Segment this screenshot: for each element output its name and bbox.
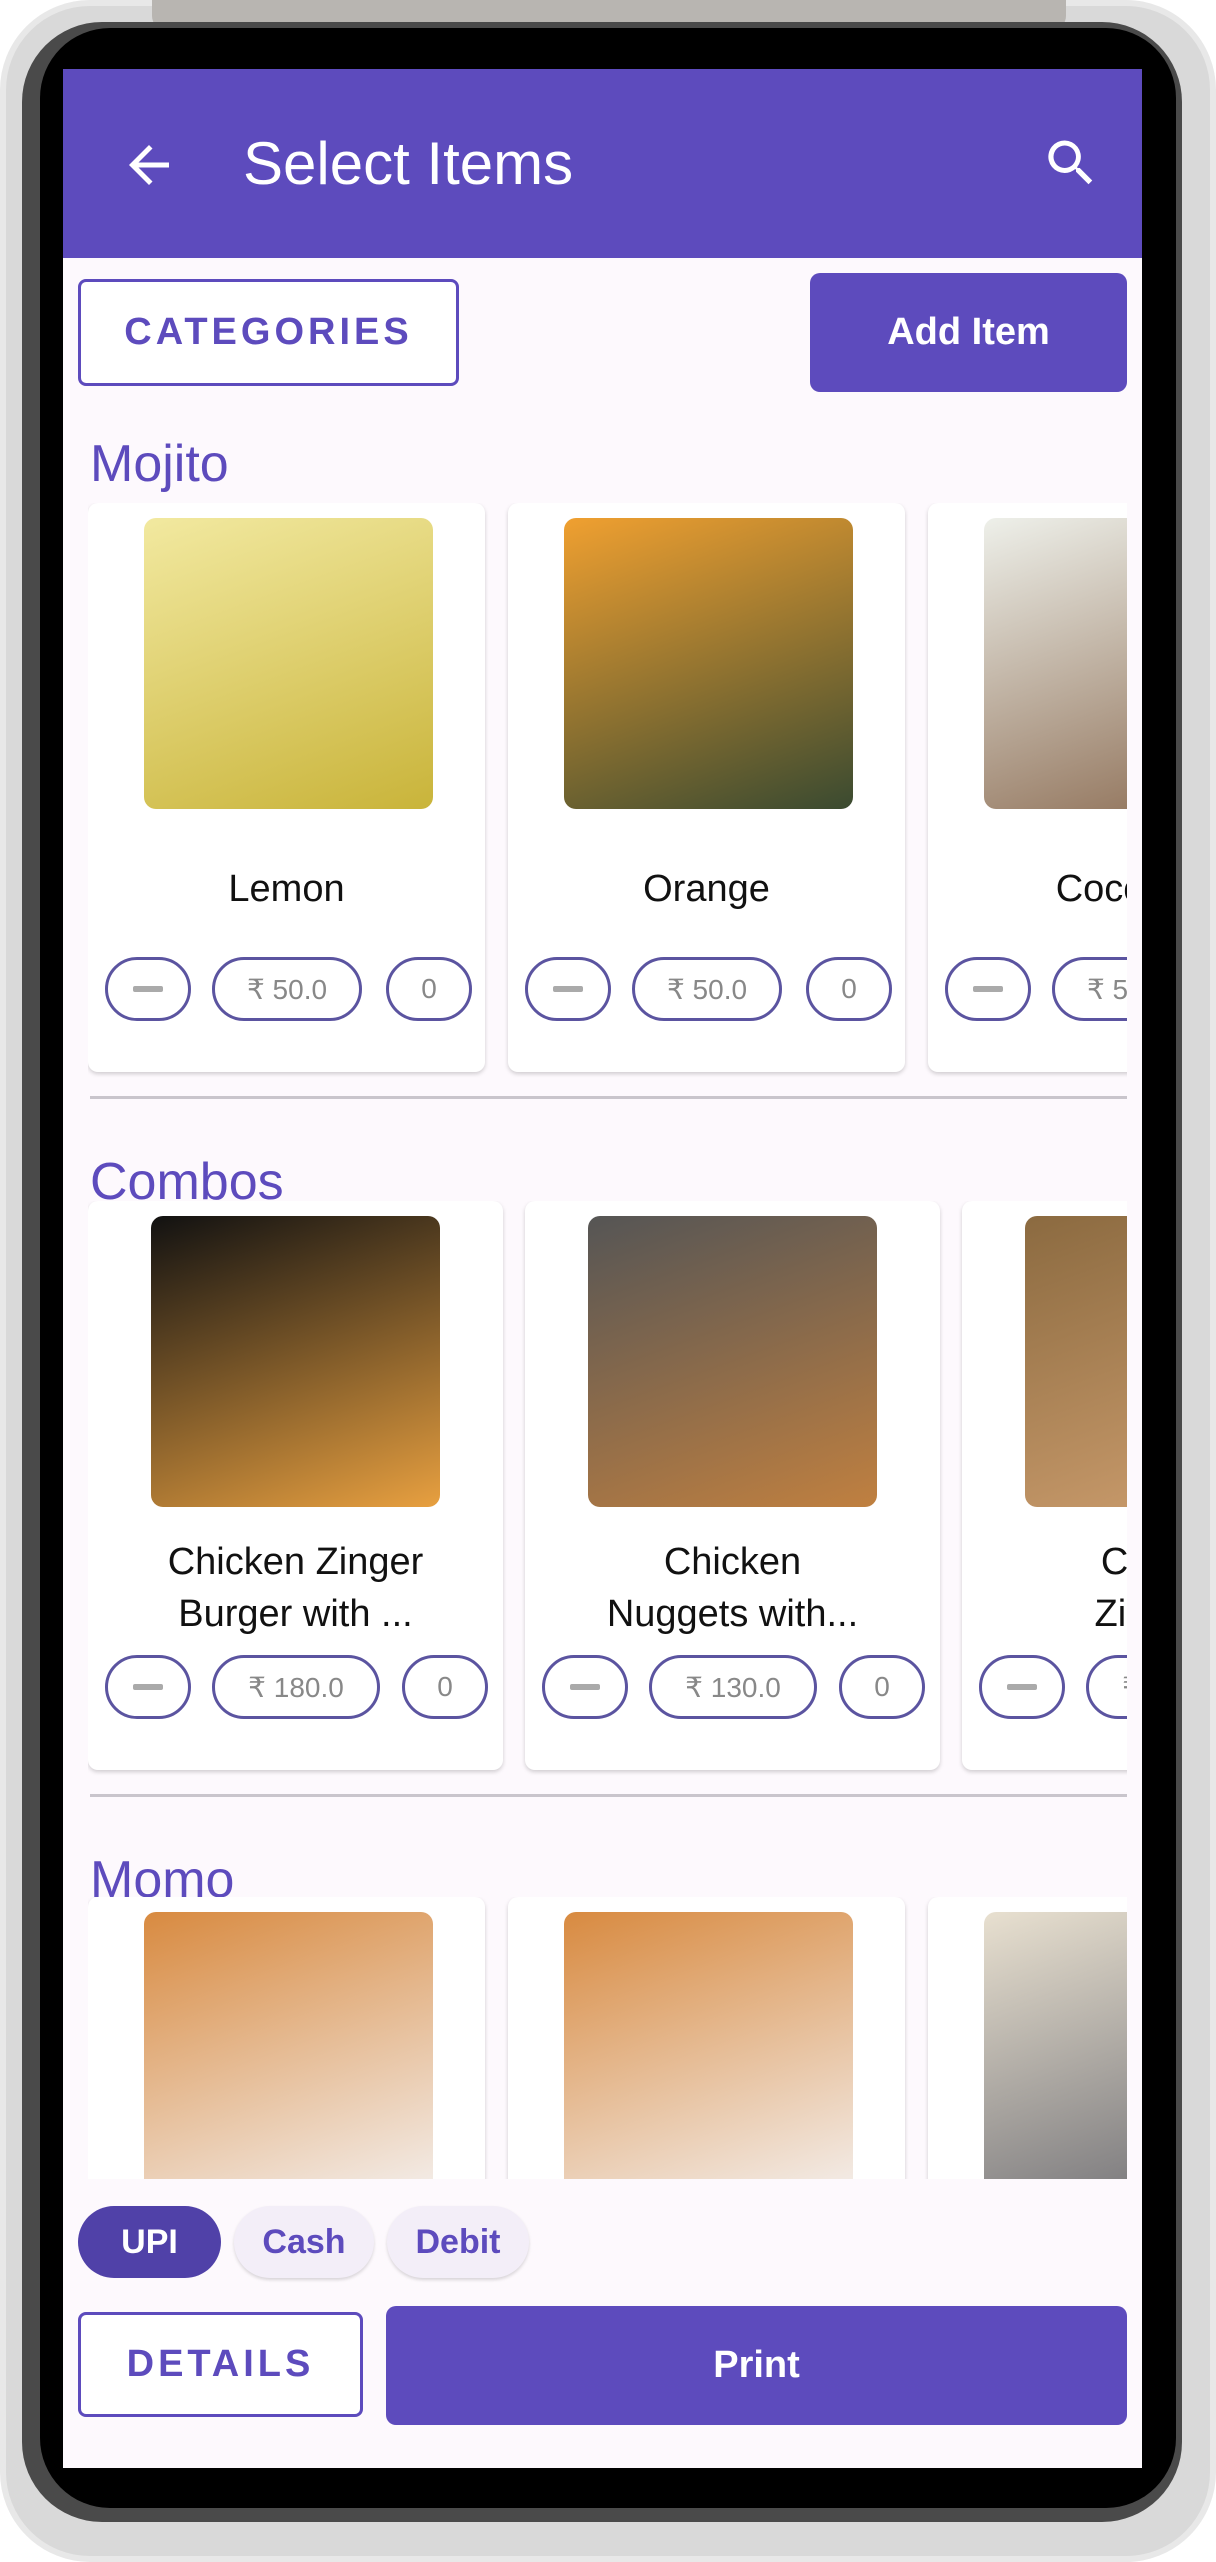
quantity-field[interactable]: 0 — [839, 1655, 925, 1719]
minus-icon — [133, 1684, 163, 1690]
payment-chip-upi[interactable]: UPI — [78, 2206, 221, 2278]
item-image — [144, 1912, 433, 2203]
item-image — [564, 1912, 853, 2203]
price-field[interactable]: ₹ 180.0 — [212, 1655, 380, 1719]
price-field[interactable]: ₹ 180.0 — [1086, 1655, 1127, 1719]
item-image — [151, 1216, 440, 1507]
item-name: Coconut — [1055, 868, 1127, 910]
minus-icon — [973, 986, 1003, 992]
decrement-button[interactable] — [542, 1655, 628, 1719]
item-image — [984, 1912, 1127, 2203]
price-field[interactable]: ₹ 50.0 — [212, 957, 362, 1021]
category-title: Mojito — [90, 435, 229, 493]
item-card[interactable]: Lemon ₹ 50.0 0 — [88, 503, 485, 1072]
decrement-button[interactable] — [525, 957, 611, 1021]
item-card[interactable]: Chicken Nuggets with... ₹ 130.0 0 — [525, 1201, 940, 1770]
price-field[interactable]: ₹ 50.0 — [1052, 957, 1127, 1021]
arrow-left-icon[interactable] — [119, 135, 179, 195]
minus-icon — [133, 986, 163, 992]
quantity-field[interactable]: 0 — [806, 957, 892, 1021]
section-divider — [90, 1794, 1127, 1797]
page-title: Select Items — [243, 130, 574, 197]
item-image — [564, 518, 853, 809]
search-icon[interactable] — [1041, 133, 1101, 193]
item-card[interactable]: Chicken Zinger ...₹ 180.00 — [962, 1201, 1127, 1770]
decrement-button[interactable] — [105, 1655, 191, 1719]
app-bar: Select Items — [63, 69, 1142, 258]
quantity-field[interactable]: 0 — [386, 957, 472, 1021]
categories-button[interactable]: CATEGORIES — [78, 279, 459, 386]
decrement-button[interactable] — [945, 957, 1031, 1021]
print-button[interactable]: Print — [386, 2306, 1127, 2425]
item-image — [588, 1216, 877, 1507]
item-name: Chicken Zinger Burger with ... — [167, 1541, 424, 1635]
item-carousel[interactable]: Lemon₹ 50.00Orange₹ 50.00Coconut₹ 50.00 — [88, 503, 1127, 1078]
add-item-button[interactable]: Add Item — [810, 273, 1127, 392]
item-name: Chicken Zinger ... — [1094, 1541, 1127, 1635]
item-image — [144, 518, 433, 809]
item-card[interactable]: Orange ₹ 50.0 0 — [508, 503, 905, 1072]
item-name: Lemon — [228, 868, 345, 910]
item-card[interactable]: Chicken Zinger Burger with ... ₹ 180.0 0 — [88, 1201, 503, 1770]
item-name: Orange — [643, 868, 770, 910]
minus-icon — [570, 1684, 600, 1690]
quantity-field[interactable]: 0 — [402, 1655, 488, 1719]
minus-icon — [553, 986, 583, 992]
item-card[interactable]: Coconut₹ 50.00 — [928, 503, 1127, 1072]
price-field[interactable]: ₹ 130.0 — [649, 1655, 817, 1719]
item-carousel[interactable]: Chicken Zinger Burger with ... ₹ 180.0 0 Ch… — [88, 1201, 1127, 1776]
details-button[interactable]: DETAILS — [78, 2312, 363, 2417]
minus-icon — [1007, 1684, 1037, 1690]
item-image — [1025, 1216, 1127, 1507]
decrement-button[interactable] — [979, 1655, 1065, 1719]
payment-chip-debit[interactable]: Debit — [387, 2206, 529, 2278]
price-field[interactable]: ₹ 50.0 — [632, 957, 782, 1021]
decrement-button[interactable] — [105, 957, 191, 1021]
item-name: Chicken Nuggets with... — [606, 1541, 859, 1635]
item-image — [984, 518, 1127, 809]
payment-chip-cash[interactable]: Cash — [234, 2206, 374, 2278]
section-divider — [90, 1096, 1127, 1099]
screen: Select Items CATEGORIES Add Item Mojito L… — [63, 69, 1142, 2468]
